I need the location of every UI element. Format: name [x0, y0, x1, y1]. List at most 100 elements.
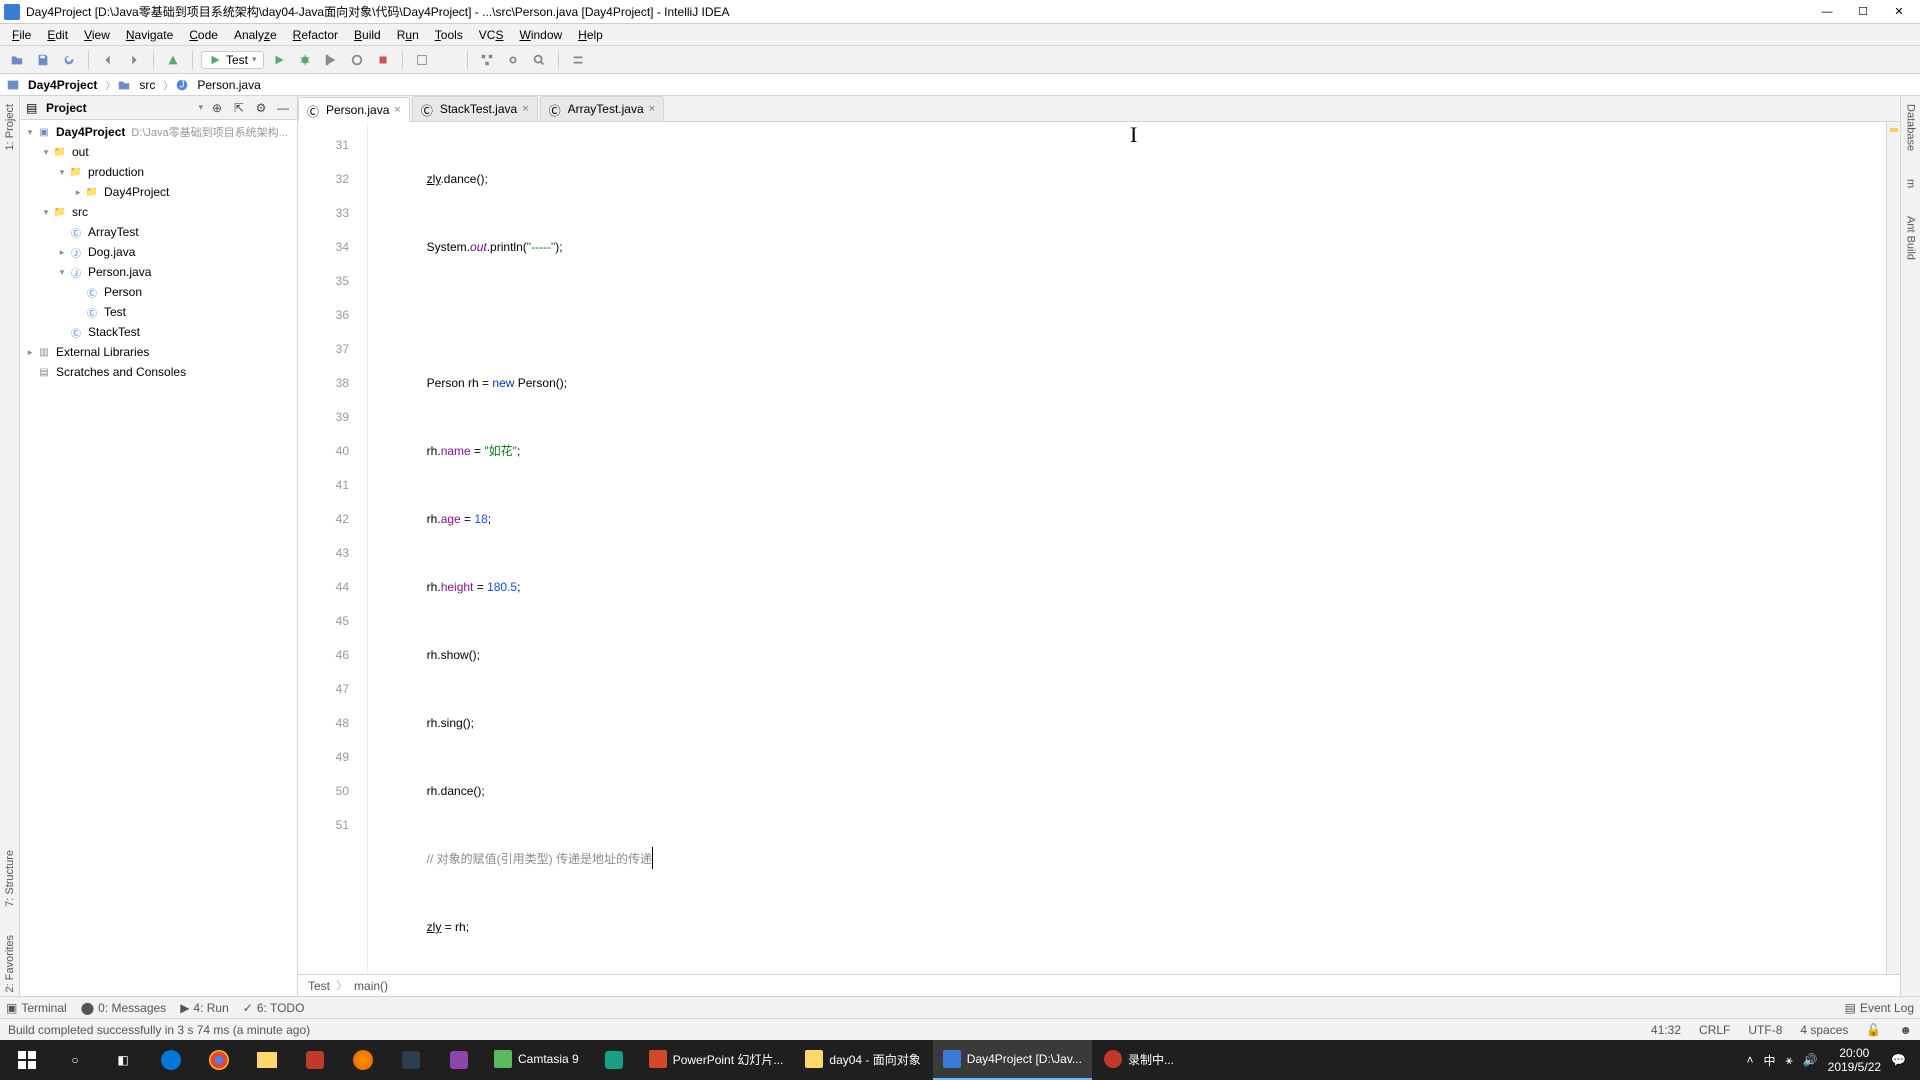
app-icon-2[interactable] [388, 1040, 434, 1080]
sidetab-project[interactable]: 1: Project [4, 100, 16, 154]
hector-icon[interactable]: ☻ [1899, 1023, 1912, 1037]
menu-navigate[interactable]: Navigate [118, 26, 181, 44]
system-tray[interactable]: ˄ 中 ⚹ 🔊 20:00 2019/5/22 💬 [1736, 1046, 1916, 1074]
tree-person[interactable]: ⒸPerson [20, 282, 297, 302]
taskbar-explorer-window[interactable]: day04 - 面向对象 [795, 1040, 930, 1080]
bottomtab-terminal[interactable]: ▣ Terminal [6, 1001, 67, 1015]
open-button[interactable] [6, 49, 28, 71]
structure-button[interactable] [476, 49, 498, 71]
crumb-src[interactable]: src [133, 77, 161, 93]
taskbar-camtasia[interactable]: Camtasia 9 [484, 1040, 589, 1080]
taskbar-recorder[interactable]: 录制中... [1094, 1040, 1184, 1080]
tray-network-icon[interactable]: ⚹ [1786, 1053, 1793, 1068]
menu-analyze[interactable]: Analyze [226, 26, 285, 44]
tree-personjava[interactable]: ▾ⒿPerson.java [20, 262, 297, 282]
bottomtab-run[interactable]: ▶ 4: Run [180, 1001, 229, 1015]
code-editor[interactable]: 3132333435363738394041424344454647484950… [298, 122, 1900, 974]
collapse-all-icon[interactable]: ⇱ [231, 100, 247, 116]
edge-icon[interactable] [148, 1040, 194, 1080]
forward-button[interactable] [123, 49, 145, 71]
debug-button[interactable] [294, 49, 316, 71]
bottomtab-messages[interactable]: ⬤ 0: Messages [81, 1001, 166, 1015]
tree-out[interactable]: ▾📁out [20, 142, 297, 162]
taskbar-intellij[interactable]: Day4Project [D:\Jav... [933, 1040, 1092, 1080]
app-icon-3[interactable] [436, 1040, 482, 1080]
build-button[interactable] [162, 49, 184, 71]
bottomtab-eventlog[interactable]: ▤ Event Log [1845, 1001, 1914, 1015]
menu-refactor[interactable]: Refactor [285, 26, 346, 44]
tree-day4project[interactable]: ▸📁Day4Project [20, 182, 297, 202]
menu-tools[interactable]: Tools [427, 26, 471, 44]
run-button[interactable] [268, 49, 290, 71]
status-indent[interactable]: 4 spaces [1800, 1023, 1848, 1037]
hide-icon[interactable]: — [275, 100, 291, 116]
crumb-root[interactable]: Day4Project [22, 77, 103, 93]
tree-arraytest[interactable]: ⒸArrayTest [20, 222, 297, 242]
tree-root[interactable]: ▾▣Day4ProjectD:\Java零基础到项目系统架构... [20, 122, 297, 142]
menu-build[interactable]: Build [346, 26, 389, 44]
tray-volume-icon[interactable]: 🔊 [1803, 1053, 1818, 1067]
bottomtab-todo[interactable]: ✓ 6: TODO [243, 1001, 305, 1015]
menu-edit[interactable]: Edit [39, 26, 76, 44]
save-all-button[interactable] [32, 49, 54, 71]
tab-arraytest[interactable]: ⒸArrayTest.java× [540, 96, 664, 121]
explorer-icon[interactable] [244, 1040, 290, 1080]
taskview-icon[interactable]: ◧ [100, 1040, 146, 1080]
taskbar-powerpoint[interactable]: PowerPoint 幻灯片... [639, 1040, 794, 1080]
crumb-class[interactable]: Test [308, 979, 330, 993]
tab-stacktest[interactable]: ⒸStackTest.java× [412, 96, 538, 121]
coverage-button[interactable] [320, 49, 342, 71]
app-icon-1[interactable] [292, 1040, 338, 1080]
profile-button[interactable] [346, 49, 368, 71]
tree-external-libs[interactable]: ▸▥External Libraries [20, 342, 297, 362]
sidetab-maven[interactable]: m [1905, 175, 1917, 192]
status-line-sep[interactable]: CRLF [1699, 1023, 1730, 1037]
tab-person[interactable]: ⒸPerson.java× [298, 97, 410, 122]
firefox-icon[interactable] [340, 1040, 386, 1080]
sidetab-structure[interactable]: 7: Structure [4, 846, 16, 911]
gear-icon[interactable]: ⚙ [253, 100, 269, 116]
tray-chevron-icon[interactable]: ˄ [1746, 1053, 1753, 1067]
menu-run[interactable]: Run [389, 26, 427, 44]
marker-strip[interactable] [1886, 122, 1900, 974]
sidetab-favorites[interactable]: 2: Favorites [4, 931, 16, 996]
sync-button[interactable] [58, 49, 80, 71]
scroll-from-icon[interactable]: ⊕ [209, 100, 225, 116]
crumb-method[interactable]: main() [354, 979, 388, 993]
sdk-button[interactable] [437, 49, 459, 71]
chrome-icon[interactable] [196, 1040, 242, 1080]
sidetab-antbuild[interactable]: Ant Build [1905, 212, 1917, 264]
status-encoding[interactable]: UTF-8 [1748, 1023, 1782, 1037]
settings-button[interactable] [502, 49, 524, 71]
code-area[interactable]: zly.dance(); System.out.println("-----")… [390, 122, 1886, 974]
sidetab-database[interactable]: Database [1905, 100, 1917, 155]
menu-file[interactable]: FFileile [4, 26, 39, 44]
tree-test[interactable]: ⒸTest [20, 302, 297, 322]
tree-stacktest[interactable]: ⒸStackTest [20, 322, 297, 342]
avd-button[interactable] [411, 49, 433, 71]
maximize-button[interactable]: ☐ [1846, 2, 1880, 22]
tree-dog[interactable]: ▸ⒿDog.java [20, 242, 297, 262]
app-icon-4[interactable] [591, 1040, 637, 1080]
tree-src[interactable]: ▾📁src [20, 202, 297, 222]
find-button[interactable] [528, 49, 550, 71]
tray-notifications-icon[interactable]: 💬 [1891, 1053, 1906, 1067]
menu-help[interactable]: Help [570, 26, 611, 44]
back-button[interactable] [97, 49, 119, 71]
stop-button[interactable] [372, 49, 394, 71]
menu-view[interactable]: View [76, 26, 118, 44]
lock-icon[interactable]: 🔓 [1866, 1023, 1881, 1037]
more-button[interactable] [567, 49, 589, 71]
cortana-icon[interactable]: ○ [52, 1040, 98, 1080]
menu-code[interactable]: Code [181, 26, 226, 44]
minimize-button[interactable]: — [1810, 2, 1844, 22]
start-button[interactable] [4, 1040, 50, 1080]
close-button[interactable]: ✕ [1882, 2, 1916, 22]
crumb-file[interactable]: Person.java [191, 77, 266, 93]
tree-scratches[interactable]: ▤Scratches and Consoles [20, 362, 297, 382]
run-config-select[interactable]: Test ▾ [201, 51, 264, 69]
menu-vcs[interactable]: VCS [471, 26, 512, 44]
menu-window[interactable]: Window [511, 26, 570, 44]
tree-production[interactable]: ▾📁production [20, 162, 297, 182]
tray-ime-icon[interactable]: 中 [1763, 1052, 1775, 1069]
